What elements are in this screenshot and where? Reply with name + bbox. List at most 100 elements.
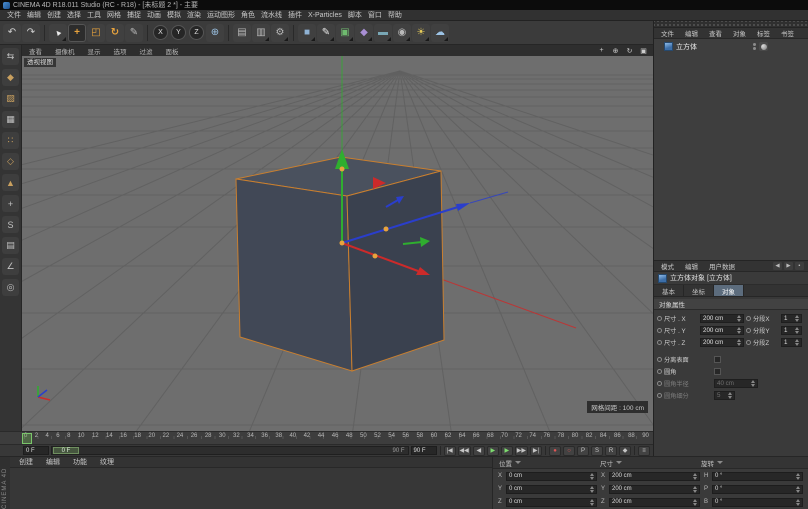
spinner[interactable] [796, 473, 800, 480]
menu-item[interactable]: 网格 [104, 10, 124, 20]
spinner[interactable] [590, 473, 594, 480]
spline-pen-icon[interactable]: ✎ [317, 24, 335, 42]
object-row-cube[interactable]: 立方体 [656, 41, 806, 52]
separate-surfaces-checkbox[interactable] [714, 356, 721, 363]
spinner[interactable] [796, 499, 800, 506]
keyframe-dot[interactable] [746, 340, 751, 345]
spinner[interactable] [795, 315, 799, 322]
render-settings-icon[interactable]: ⚙ [271, 24, 289, 42]
undo-icon[interactable]: ↶ [3, 24, 21, 42]
spinner[interactable] [795, 327, 799, 334]
x-scale-handle[interactable] [373, 254, 378, 259]
last-tool-icon[interactable]: ✎ [125, 24, 143, 42]
size-x-field[interactable]: 200 cm [700, 314, 744, 323]
history-forward-icon[interactable]: ▶ [784, 262, 793, 270]
rotation-b-field[interactable]: 0 ° [712, 498, 803, 507]
menu-item[interactable]: 捕捉 [124, 10, 144, 20]
rotation-column-dropdown[interactable]: 旋转 [701, 458, 802, 468]
material-menu-item[interactable]: 创建 [16, 457, 36, 467]
render-view-icon[interactable]: ▤ [233, 24, 251, 42]
size-z-field[interactable]: 200 cm [609, 498, 700, 507]
autokey-button[interactable]: ○ [563, 446, 575, 456]
keyframe-dot[interactable] [657, 357, 662, 362]
rotation-h-field[interactable]: 0 ° [712, 472, 803, 481]
points-mode-icon[interactable]: ∷ [2, 132, 19, 149]
keyframe-dot[interactable] [746, 328, 751, 333]
menu-item[interactable]: 编辑 [24, 10, 44, 20]
menu-item[interactable]: 渲染 [184, 10, 204, 20]
texture-mode-icon[interactable]: ▨ [2, 90, 19, 107]
menu-item[interactable]: 选择 [64, 10, 84, 20]
record-scale-toggle[interactable]: S [591, 446, 603, 456]
render-visibility-dot[interactable] [753, 47, 756, 50]
camera-icon[interactable]: ◉ [393, 24, 411, 42]
light-icon[interactable]: ☀ [412, 24, 430, 42]
frame-range-slider[interactable]: 0 F 90 F [51, 446, 409, 455]
object-manager-menu-item[interactable]: 查看 [706, 28, 725, 38]
menu-item[interactable]: 运动图形 [204, 10, 238, 20]
menu-item[interactable]: 窗口 [365, 10, 385, 20]
history-back-icon[interactable]: ◀ [773, 262, 782, 270]
record-position-toggle[interactable]: P [577, 446, 589, 456]
object-manager-menu-item[interactable]: 文件 [658, 28, 677, 38]
object-manager-menu-item[interactable]: 编辑 [682, 28, 701, 38]
tab-object[interactable]: 对象 [714, 285, 744, 296]
keyframe-dot[interactable] [657, 369, 662, 374]
render-region-icon[interactable]: ▥ [252, 24, 270, 42]
material-list-area[interactable] [0, 468, 492, 509]
menu-item[interactable]: 文件 [4, 10, 24, 20]
menu-item[interactable]: 脚本 [345, 10, 365, 20]
next-key-button[interactable]: ▶▶ [515, 446, 528, 456]
editor-visibility-dot[interactable] [753, 43, 756, 46]
gizmo-center-handle[interactable] [340, 241, 345, 246]
floor-icon[interactable]: ▬ [374, 24, 392, 42]
record-parameter-toggle[interactable]: ◆ [619, 446, 631, 456]
title-bar[interactable]: CINEMA 4D R18.011 Studio (RC - R18) - [未… [0, 0, 808, 10]
size-y-field[interactable]: 200 cm [700, 326, 744, 335]
spinner[interactable] [737, 315, 741, 322]
spinner[interactable] [737, 339, 741, 346]
size-z-field[interactable]: 200 cm [700, 338, 744, 347]
model-mode-icon[interactable]: ◆ [2, 69, 19, 86]
keyframe-dot[interactable] [657, 316, 662, 321]
segments-z-field[interactable]: 1 [781, 338, 802, 347]
menu-item[interactable]: 角色 [238, 10, 258, 20]
previous-key-button[interactable]: ◀◀ [458, 446, 471, 456]
object-manager-menu-item[interactable]: 标签 [754, 28, 773, 38]
timeline-ruler[interactable]: 0246810121416182022242628303234363840424… [0, 431, 653, 444]
panel-grip[interactable] [654, 21, 808, 28]
viewport-menu-item[interactable]: 选项 [111, 46, 130, 56]
spinner[interactable] [693, 499, 697, 506]
snap-icon[interactable]: S [2, 216, 19, 233]
material-menu-item[interactable]: 纹理 [97, 457, 117, 467]
menu-item[interactable]: 动画 [144, 10, 164, 20]
position-y-field[interactable]: 0 cm [506, 485, 597, 494]
material-menu-item[interactable]: 功能 [70, 457, 90, 467]
cube-primitive-icon[interactable]: ■ [298, 24, 316, 42]
make-editable-icon[interactable]: ⇆ [2, 48, 19, 65]
object-manager-menu-item[interactable]: 书签 [778, 28, 797, 38]
am-menu-edit[interactable]: 编辑 [682, 261, 701, 271]
current-frame-handle[interactable]: 0 F [53, 447, 79, 454]
menu-item[interactable]: 帮助 [385, 10, 405, 20]
move-tool-icon[interactable]: + [68, 24, 86, 42]
menu-item[interactable]: 流水线 [258, 10, 285, 20]
spinner[interactable] [590, 499, 594, 506]
menu-item[interactable]: 插件 [285, 10, 305, 20]
rotation-p-field[interactable]: 0 ° [712, 485, 803, 494]
viewport-menu-item[interactable]: 面板 [163, 46, 182, 56]
locked-workplane-icon[interactable]: ▤ [2, 237, 19, 254]
phong-tag-icon[interactable] [759, 42, 768, 51]
quantize-icon[interactable]: ∠ [2, 258, 19, 275]
z-scale-handle[interactable] [384, 227, 389, 232]
axis-mode-icon[interactable]: + [2, 195, 19, 212]
menu-item[interactable]: 创建 [44, 10, 64, 20]
y-axis-lock-icon[interactable]: Y [171, 25, 186, 40]
viewport-menu-item[interactable]: 显示 [85, 46, 104, 56]
material-menu-item[interactable]: 编辑 [43, 457, 63, 467]
next-frame-button[interactable]: ▶ [501, 446, 513, 456]
keyframe-dot[interactable] [657, 328, 662, 333]
live-selection-icon[interactable]: ▲ [49, 24, 67, 42]
am-menu-mode[interactable]: 模式 [658, 261, 677, 271]
object-tree[interactable]: 立方体 [654, 39, 808, 260]
